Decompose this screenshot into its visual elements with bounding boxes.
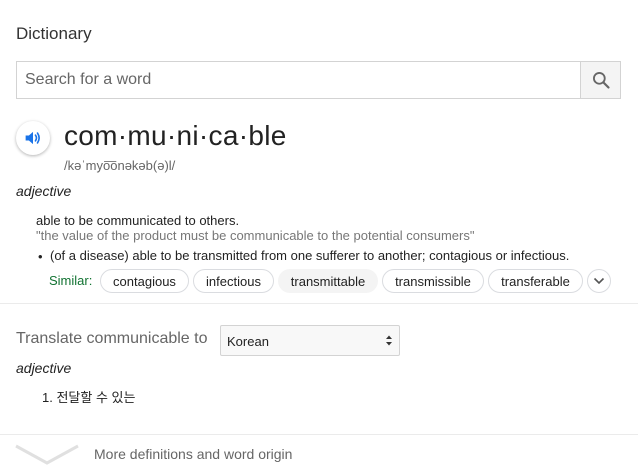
footer-divider — [0, 434, 638, 435]
speaker-icon — [25, 131, 40, 145]
definition-2: (of a disease) able to be transmitted fr… — [50, 248, 570, 263]
search-button[interactable] — [580, 62, 620, 98]
phonetic: /kəˈmyo͞onəkəb(ə)l/ — [64, 158, 176, 173]
definition-2-bullet: • — [38, 249, 43, 264]
similar-chip[interactable]: infectious — [193, 269, 274, 293]
dictionary-card: Dictionary com·mu·ni·ca·ble /kəˈmyo͞onək… — [0, 0, 638, 474]
more-chevron-icon[interactable] — [14, 442, 80, 471]
more-definitions-link[interactable]: More definitions and word origin — [94, 446, 292, 462]
search-icon — [592, 72, 610, 89]
search-input[interactable] — [17, 62, 581, 98]
expand-similar-button[interactable] — [587, 269, 611, 293]
card-title: Dictionary — [16, 24, 92, 43]
chevron-down-icon — [593, 277, 605, 285]
section-divider — [0, 303, 638, 304]
pronunciation-button[interactable] — [16, 121, 50, 155]
definition-1: able to be communicated to others. — [36, 213, 240, 228]
translate-label: Translate communicable to — [16, 330, 208, 347]
translation-part-of-speech: adjective — [16, 360, 72, 376]
part-of-speech: adjective — [16, 183, 72, 199]
similar-chip[interactable]: transmittable — [278, 269, 378, 293]
select-arrows-icon — [385, 334, 393, 350]
language-select-value: Korean — [227, 334, 269, 349]
language-select[interactable]: Korean — [220, 325, 400, 356]
definition-1-example: "the value of the product must be commun… — [36, 228, 475, 243]
similar-chip[interactable]: contagious — [100, 269, 189, 293]
translation-item: 1. 전달할 수 있는 — [42, 390, 136, 405]
similar-chip[interactable]: transmissible — [382, 269, 484, 293]
search-box — [16, 61, 621, 99]
headword: com·mu·ni·ca·ble — [64, 120, 287, 151]
similar-label: Similar: — [49, 273, 93, 288]
similar-chip[interactable]: transferable — [488, 269, 583, 293]
